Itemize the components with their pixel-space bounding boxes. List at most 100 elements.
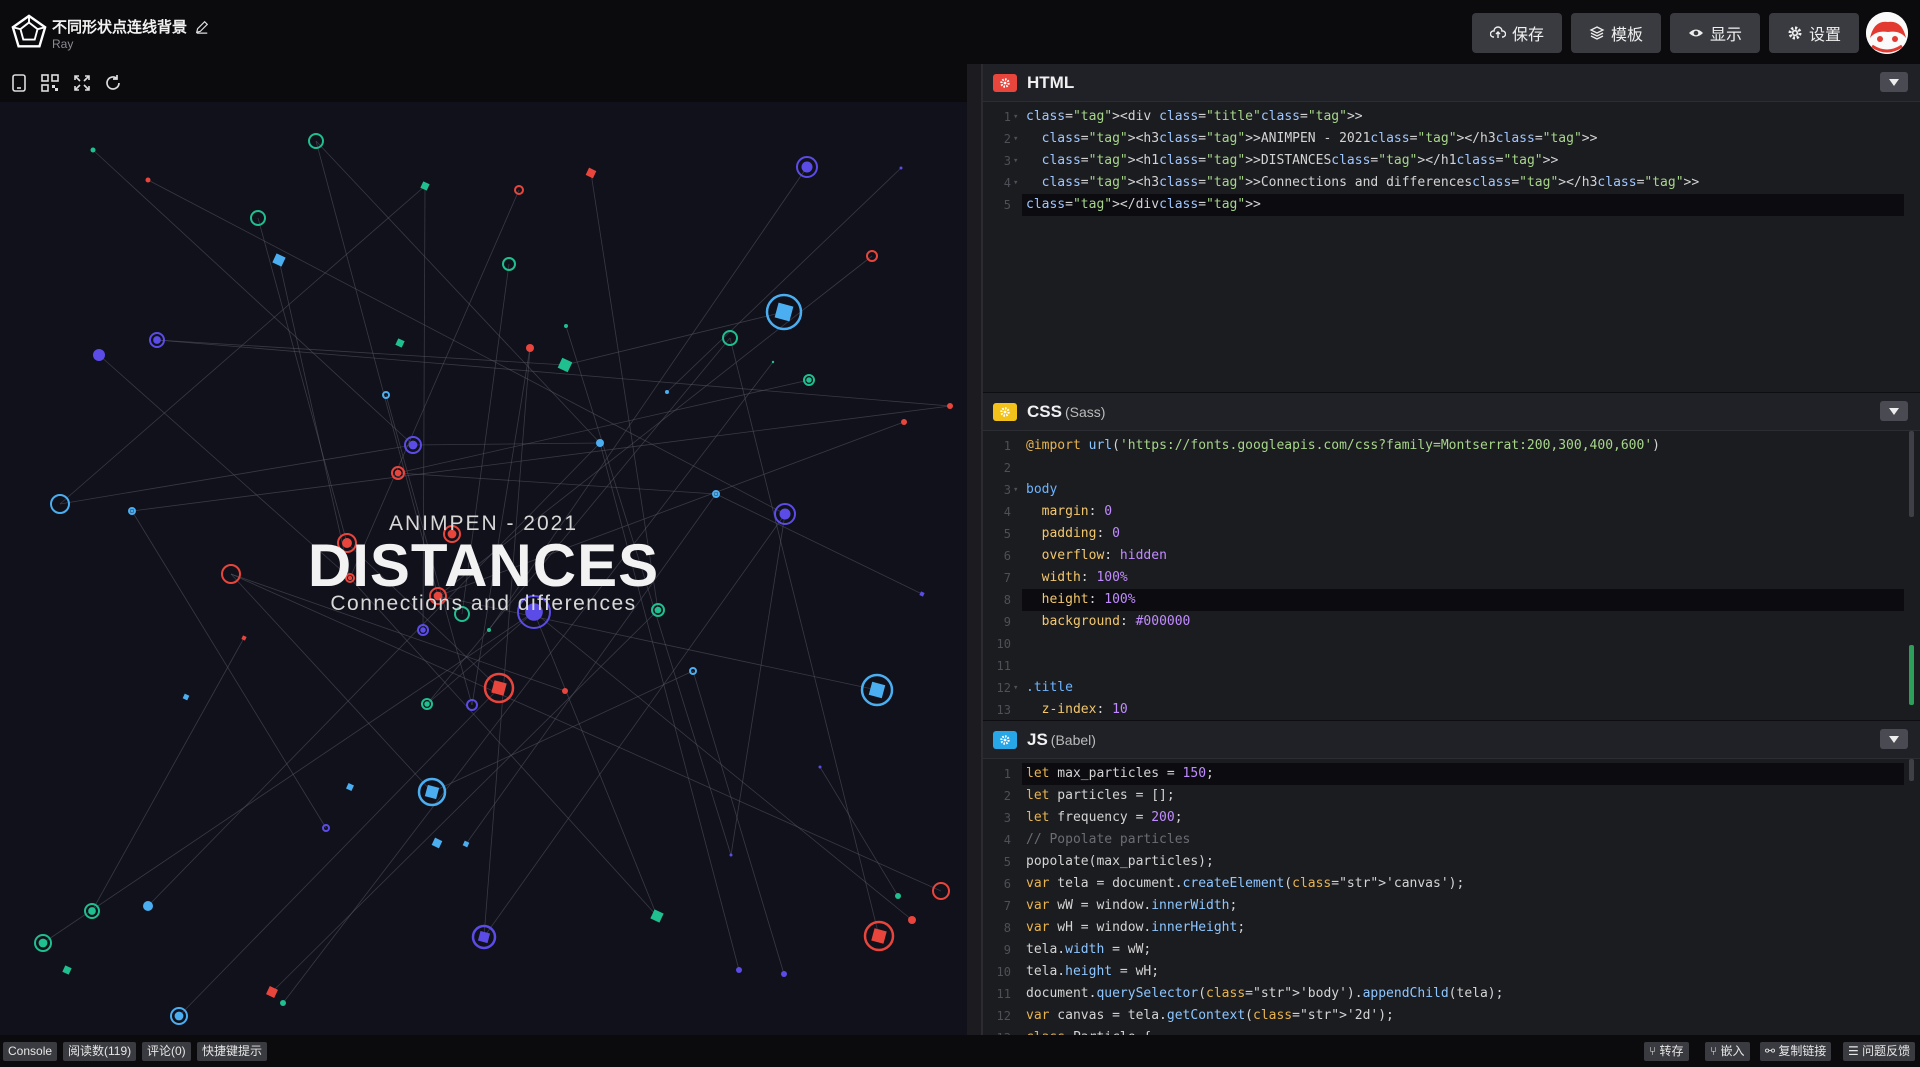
css-code-line[interactable]: 6 overflow: hidden bbox=[983, 545, 1920, 567]
js-code-line[interactable]: 12 var canvas = tela.getContext(class="st… bbox=[983, 1005, 1920, 1027]
js-scrollbar[interactable] bbox=[1909, 759, 1914, 781]
js-code-line[interactable]: 3 let frequency = 200; bbox=[983, 807, 1920, 829]
js-code-line[interactable]: 2 let particles = []; bbox=[983, 785, 1920, 807]
html-code-line[interactable]: 5 class="tag"></divclass="tag">> bbox=[983, 194, 1920, 216]
connection-line bbox=[59, 444, 414, 505]
css-code-line[interactable]: 3 ▾ body bbox=[983, 479, 1920, 501]
line-number: 4 bbox=[1003, 505, 1011, 519]
comments-button[interactable]: 评论(0) bbox=[142, 1042, 191, 1061]
user-avatar[interactable] bbox=[1866, 12, 1908, 54]
fold-arrow-icon[interactable]: ▾ bbox=[1013, 150, 1018, 172]
js-collapse-button[interactable] bbox=[1880, 729, 1908, 749]
css-code-line[interactable]: 4 margin: 0 bbox=[983, 501, 1920, 523]
connection-line bbox=[91, 637, 245, 912]
js-code-line[interactable]: 8 var wH = window.innerHeight; bbox=[983, 917, 1920, 939]
css-editor-panel: CSS (Sass) 1 @import url('https://fonts.go… bbox=[983, 393, 1920, 720]
mobile-view-icon[interactable] bbox=[8, 72, 30, 94]
html-code-line[interactable]: 2 ▾ class="tag"><h3class="tag">>ANIMPEN -… bbox=[983, 128, 1920, 150]
js-code-line[interactable]: 1 let max_particles = 150; bbox=[983, 763, 1920, 785]
logo-icon[interactable] bbox=[10, 13, 48, 51]
css-code-line[interactable]: 13 z-index: 10 bbox=[983, 699, 1920, 720]
top-bar: 不同形状点连线背景 Ray 保存 模板 显示 设置 bbox=[0, 0, 1920, 64]
js-editor-panel: JS (Babel) 1 let max_particles = 150; 2 let … bbox=[983, 721, 1920, 1035]
connection-line bbox=[666, 167, 902, 393]
fold-arrow-icon[interactable]: ▾ bbox=[1013, 479, 1018, 501]
particle bbox=[803, 374, 815, 386]
css-code-line[interactable]: 5 padding: 0 bbox=[983, 523, 1920, 545]
css-code-line[interactable]: 7 width: 100% bbox=[983, 567, 1920, 589]
js-code-line[interactable]: 13 class Particle { bbox=[983, 1027, 1920, 1035]
display-button[interactable]: 显示 bbox=[1670, 13, 1760, 53]
code-text: background: #000000 bbox=[1041, 614, 1191, 629]
console-button[interactable]: Console bbox=[3, 1042, 58, 1061]
css-code-line[interactable]: 2 bbox=[983, 457, 1920, 479]
css-code-line[interactable]: 12 ▾ .title bbox=[983, 677, 1920, 699]
html-settings-badge[interactable] bbox=[993, 74, 1017, 92]
refresh-icon[interactable] bbox=[102, 72, 124, 94]
line-number: 10 bbox=[996, 965, 1011, 979]
line-number: 13 bbox=[991, 1027, 1011, 1035]
js-code-line[interactable]: 4 // Popolate particles bbox=[983, 829, 1920, 851]
fold-arrow-icon[interactable]: ▾ bbox=[1013, 128, 1018, 150]
particle bbox=[947, 403, 953, 409]
fork-button[interactable]: ⑂ 转存 bbox=[1644, 1042, 1689, 1061]
code-text: // Popolate particles bbox=[1026, 832, 1191, 847]
css-code-line[interactable]: 8 height: 100% bbox=[983, 589, 1920, 611]
preview-title-sub: Connections and differences bbox=[330, 592, 637, 615]
js-code-area[interactable]: 1 let max_particles = 150; 2 let particles … bbox=[983, 759, 1920, 1035]
edit-pencil-icon[interactable] bbox=[195, 20, 209, 34]
preview-canvas[interactable]: ANIMPEN - 2021 DISTANCES Connections and… bbox=[0, 102, 967, 1035]
html-code-area[interactable]: 1 ▾ class="tag"><div class="title"class="t… bbox=[983, 102, 1920, 392]
css-collapse-button[interactable] bbox=[1880, 401, 1908, 421]
js-code-line[interactable]: 5 popolate(max_particles); bbox=[983, 851, 1920, 873]
fold-arrow-icon[interactable]: ▾ bbox=[1013, 172, 1018, 194]
connection-line bbox=[131, 405, 951, 512]
shortcuts-button[interactable]: 快捷键提示 bbox=[197, 1042, 268, 1061]
copy-link-button[interactable]: ⚯ 复制链接 bbox=[1760, 1042, 1832, 1061]
connection-line bbox=[156, 339, 566, 366]
css-code-area[interactable]: 1 @import url('https://fonts.googleapis.c… bbox=[983, 431, 1920, 720]
html-collapse-button[interactable] bbox=[1880, 72, 1908, 92]
particle bbox=[395, 338, 405, 348]
particle bbox=[863, 920, 895, 952]
html-code-line[interactable]: 3 ▾ class="tag"><h1class="tag">>DISTANCES… bbox=[983, 150, 1920, 172]
js-settings-badge[interactable] bbox=[993, 731, 1017, 749]
save-button[interactable]: 保存 bbox=[1472, 13, 1562, 53]
css-code-line[interactable]: 11 bbox=[983, 655, 1920, 677]
js-code-line[interactable]: 9 tela.width = wW; bbox=[983, 939, 1920, 961]
html-editor-panel: HTML 1 ▾ class="tag"><div class="title"cla… bbox=[983, 64, 1920, 392]
line-number: 1 bbox=[1003, 110, 1011, 124]
fullscreen-icon[interactable] bbox=[71, 72, 93, 94]
css-scrollbar[interactable] bbox=[1909, 431, 1914, 517]
fold-arrow-icon[interactable]: ▾ bbox=[1013, 106, 1018, 128]
chevron-down-icon bbox=[1889, 735, 1899, 743]
js-code-line[interactable]: 7 var wW = window.innerWidth; bbox=[983, 895, 1920, 917]
fold-arrow-icon[interactable]: ▾ bbox=[1013, 677, 1018, 699]
html-panel-header: HTML bbox=[983, 64, 1920, 102]
template-button[interactable]: 模板 bbox=[1571, 13, 1661, 53]
code-text: var wW = window.innerWidth; bbox=[1026, 898, 1238, 913]
reads-count[interactable]: 阅读数(119) bbox=[63, 1042, 137, 1061]
settings-button[interactable]: 设置 bbox=[1769, 13, 1859, 53]
particle bbox=[860, 673, 894, 707]
code-text: class="tag"><h3class="tag">>ANIMPEN - 20… bbox=[1041, 131, 1598, 146]
particle bbox=[145, 177, 151, 183]
feedback-button[interactable]: ☰ 问题反馈 bbox=[1843, 1042, 1916, 1061]
css-code-line[interactable]: 10 bbox=[983, 633, 1920, 655]
embed-button[interactable]: ⑂ 嵌入 bbox=[1705, 1042, 1750, 1061]
qr-code-icon[interactable] bbox=[39, 72, 61, 94]
css-code-line[interactable]: 9 background: #000000 bbox=[983, 611, 1920, 633]
particle bbox=[712, 490, 720, 498]
code-text: var tela = document.createElement(class=… bbox=[1026, 876, 1465, 891]
code-text: class="tag"><h1class="tag">>DISTANCEScla… bbox=[1041, 153, 1559, 168]
js-code-line[interactable]: 6 var tela = document.createElement(class… bbox=[983, 873, 1920, 895]
particle bbox=[557, 357, 573, 373]
pane-resizer[interactable] bbox=[967, 64, 982, 1035]
html-code-line[interactable]: 4 ▾ class="tag"><h3class="tag">>Connectio… bbox=[983, 172, 1920, 194]
js-code-line[interactable]: 10 tela.height = wH; bbox=[983, 961, 1920, 983]
css-code-line[interactable]: 1 @import url('https://fonts.googleapis.c… bbox=[983, 435, 1920, 457]
html-code-line[interactable]: 1 ▾ class="tag"><div class="title"class="t… bbox=[983, 106, 1920, 128]
particle bbox=[280, 1000, 286, 1006]
css-settings-badge[interactable] bbox=[993, 403, 1017, 421]
js-code-line[interactable]: 11 document.querySelector(class="str">'bo… bbox=[983, 983, 1920, 1005]
